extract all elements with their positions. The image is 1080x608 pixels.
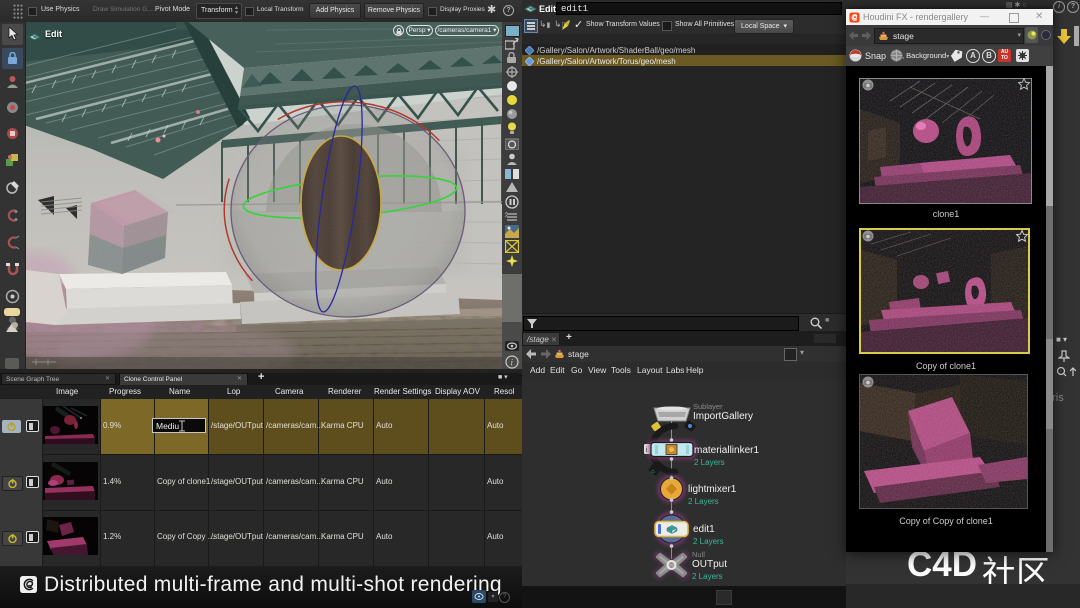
svg-text:2 Layers: 2 Layers [688, 497, 719, 506]
svg-text:materiallinker1: materiallinker1 [694, 445, 759, 456]
svg-text:Null: Null [692, 550, 705, 559]
svg-text:ImportGallery: ImportGallery [693, 411, 753, 422]
svg-text:⌂: ⌂ [651, 469, 655, 475]
svg-text:Sublayer: Sublayer [693, 402, 723, 411]
svg-text:OUTput: OUTput [692, 559, 727, 570]
svg-text:2 Layers: 2 Layers [692, 572, 723, 581]
svg-text:2 Layers: 2 Layers [694, 458, 725, 467]
svg-text:i: i [511, 358, 514, 368]
svg-text:2 Layers: 2 Layers [693, 537, 724, 546]
svg-text:edit1: edit1 [693, 524, 715, 535]
svg-text:lightmixer1: lightmixer1 [688, 484, 737, 495]
